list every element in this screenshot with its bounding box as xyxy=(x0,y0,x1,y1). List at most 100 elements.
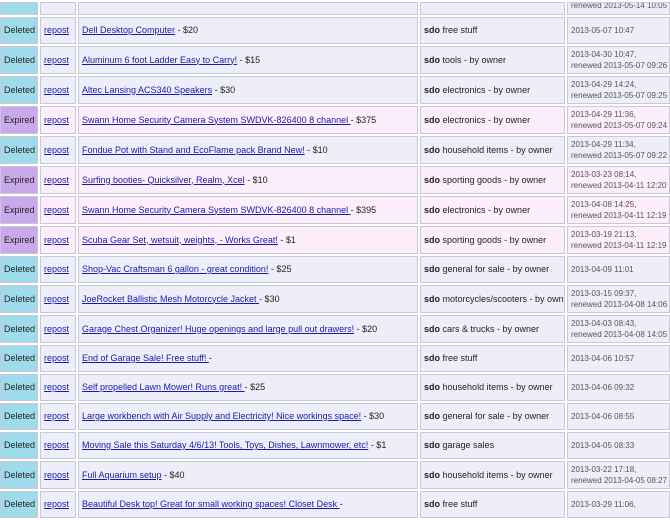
repost-link[interactable]: repost xyxy=(44,470,69,480)
repost-link[interactable]: repost xyxy=(44,115,69,125)
posted-date: 2013-04-29 11:34, xyxy=(571,140,636,149)
status-badge: Deleted xyxy=(0,345,38,372)
title-cell: Surfing booties- Quicksilver, Realm, Xce… xyxy=(78,166,418,194)
repost-cell: repost xyxy=(40,106,76,134)
posted-date: 2013-03-29 11:06, xyxy=(571,500,636,509)
repost-cell: repost xyxy=(40,17,76,44)
title-cell: Swann Home Security Camera System SWDVK-… xyxy=(78,106,418,134)
status-badge: Deleted xyxy=(0,136,38,164)
category-label: free stuff xyxy=(442,499,478,509)
category-cell: sdo household items - by owner xyxy=(420,461,565,489)
category-cell: sdo household items - by owner xyxy=(420,136,565,164)
repost-link[interactable]: repost xyxy=(44,411,69,421)
table-row: Deleted repost Full Aquarium setup - $40 sd… xyxy=(0,461,670,489)
category-label: general for sale - by owner xyxy=(442,264,550,274)
date-cell: 2013-04-08 14:25, renewed 2013-04-11 12:1… xyxy=(567,196,670,224)
table-row: Deleted repost Altec Lansing ACS340 Speake… xyxy=(0,76,670,104)
renewed-date: renewed 2013-04-08 14:05 xyxy=(571,330,668,339)
title-cell: Scuba Gear Set, wetsuit, weights, - Work… xyxy=(78,226,418,254)
area-code: sdo xyxy=(424,323,441,334)
posting-price: - $25 xyxy=(244,382,266,392)
repost-link[interactable]: repost xyxy=(44,499,69,509)
repost-cell: repost xyxy=(40,315,76,343)
status-badge: Expired xyxy=(0,106,38,134)
posting-price: - $20 xyxy=(354,323,378,334)
category-label: electronics - by owner xyxy=(442,114,531,125)
table-row: renewed 2013-05-14 10:05 xyxy=(0,2,670,15)
repost-link[interactable]: repost xyxy=(44,353,69,363)
category-label: sporting goods - by owner xyxy=(442,174,547,185)
table-row: Expired repost Surfing booties- Quicksilve… xyxy=(0,166,670,194)
area-code: sdo xyxy=(424,440,441,450)
posting-title-link[interactable]: Altec Lansing ACS340 Speakers xyxy=(82,85,212,95)
status-badge: Deleted xyxy=(0,46,38,74)
repost-cell: repost xyxy=(40,46,76,74)
posting-title-link[interactable]: Swann Home Security Camera System SWDVK-… xyxy=(82,115,351,125)
repost-link[interactable]: repost xyxy=(44,264,69,274)
repost-link[interactable]: repost xyxy=(44,235,69,245)
posting-title-link[interactable]: Large workbench with Air Supply and Elec… xyxy=(82,411,361,421)
posted-date: 2013-04-09 11:01 xyxy=(571,265,634,274)
date-cell: 2013-04-06 10:57 xyxy=(567,345,670,372)
category-label: garage sales xyxy=(442,440,495,450)
repost-link[interactable]: repost xyxy=(44,440,69,450)
repost-link[interactable]: repost xyxy=(44,205,69,215)
posting-title-link[interactable]: Scuba Gear Set, wetsuit, weights, - Work… xyxy=(82,235,278,245)
posting-price: - $20 xyxy=(175,25,199,35)
area-code: sdo xyxy=(424,54,441,65)
category-cell: sdo garage sales xyxy=(420,432,565,459)
category-cell: sdo free stuff xyxy=(420,17,565,44)
date-cell: 2013-04-29 11:34, renewed 2013-05-07 09:2… xyxy=(567,136,670,164)
table-row: Deleted repost Dell Desktop Computer - $20… xyxy=(0,17,670,44)
status-badge: Expired xyxy=(0,166,38,194)
repost-link[interactable]: repost xyxy=(44,324,69,334)
posting-title-link[interactable]: Swann Home Security Camera System SWDVK-… xyxy=(82,205,351,215)
date-cell: 2013-03-23 08:14, renewed 2013-04-11 12:2… xyxy=(567,166,670,194)
posting-title-link[interactable]: Shop-Vac Craftsman 6 gallon - great cond… xyxy=(82,264,268,274)
category-label: free stuff xyxy=(442,25,478,35)
repost-link[interactable]: repost xyxy=(44,175,69,185)
category-label: free stuff xyxy=(442,353,478,363)
repost-cell: repost xyxy=(40,136,76,164)
title-cell: Fondue Pot with Stand and EcoFlame pack … xyxy=(78,136,418,164)
posting-price: - $1 xyxy=(368,440,387,450)
posted-date: 2013-04-29 11:36, xyxy=(571,110,636,119)
renewed-date: renewed 2013-04-08 14:06 xyxy=(571,300,668,309)
repost-cell: repost xyxy=(40,76,76,104)
posted-date: 2013-04-29 14:24, xyxy=(571,80,637,89)
posting-title-link[interactable]: Moving Sale this Saturday 4/6/13! Tools,… xyxy=(82,440,368,450)
posting-title-link[interactable]: Beautiful Desk top! Great for small work… xyxy=(82,499,340,509)
area-code: sdo xyxy=(424,114,441,125)
posting-title-link[interactable]: JoeRocket Ballistic Mesh Motorcycle Jack… xyxy=(82,294,259,304)
date-cell: 2013-04-30 10:47, renewed 2013-05-07 09:2… xyxy=(567,46,670,74)
repost-link[interactable]: repost xyxy=(44,25,69,35)
repost-cell: repost xyxy=(40,461,76,489)
date-cell: renewed 2013-05-14 10:05 xyxy=(567,2,670,15)
repost-link[interactable]: repost xyxy=(44,85,69,95)
table-row: Deleted repost JoeRocket Ballistic Mesh Mo… xyxy=(0,285,670,313)
title-cell: Dell Desktop Computer - $20 xyxy=(78,17,418,44)
posting-title-link[interactable]: End of Garage Sale! Free stuff! xyxy=(82,353,209,363)
repost-link[interactable]: repost xyxy=(44,145,69,155)
repost-link[interactable]: repost xyxy=(44,382,69,392)
posting-price: - $375 xyxy=(350,114,377,125)
posting-title-link[interactable]: Dell Desktop Computer xyxy=(82,25,175,35)
status-badge xyxy=(0,2,38,15)
posting-title-link[interactable]: Surfing booties- Quicksilver, Realm, Xce… xyxy=(82,175,245,185)
posting-title-link[interactable]: Garage Chest Organizer! Huge openings an… xyxy=(82,324,354,334)
title-cell: JoeRocket Ballistic Mesh Motorcycle Jack… xyxy=(78,285,418,313)
area-code: sdo xyxy=(424,293,441,304)
posting-title-link[interactable]: Full Aquarium setup xyxy=(82,470,162,480)
posting-price: - $15 xyxy=(237,54,261,65)
posting-title-link[interactable]: Fondue Pot with Stand and EcoFlame pack … xyxy=(82,145,305,155)
status-badge: Expired xyxy=(0,196,38,224)
posted-date: 2013-03-19 21:13, xyxy=(571,230,637,239)
postings-table: renewed 2013-05-14 10:05 Deleted repost Del… xyxy=(0,0,670,520)
area-code: sdo xyxy=(424,204,441,215)
repost-link[interactable]: repost xyxy=(44,55,69,65)
area-code: sdo xyxy=(424,469,441,480)
posting-title-link[interactable]: Aluminum 6 foot Ladder Easy to Carry! xyxy=(82,55,237,65)
repost-link[interactable]: repost xyxy=(44,294,69,304)
repost-cell: repost xyxy=(40,374,76,401)
posting-title-link[interactable]: Self propelled Lawn Mower! Runs great! xyxy=(82,382,245,392)
